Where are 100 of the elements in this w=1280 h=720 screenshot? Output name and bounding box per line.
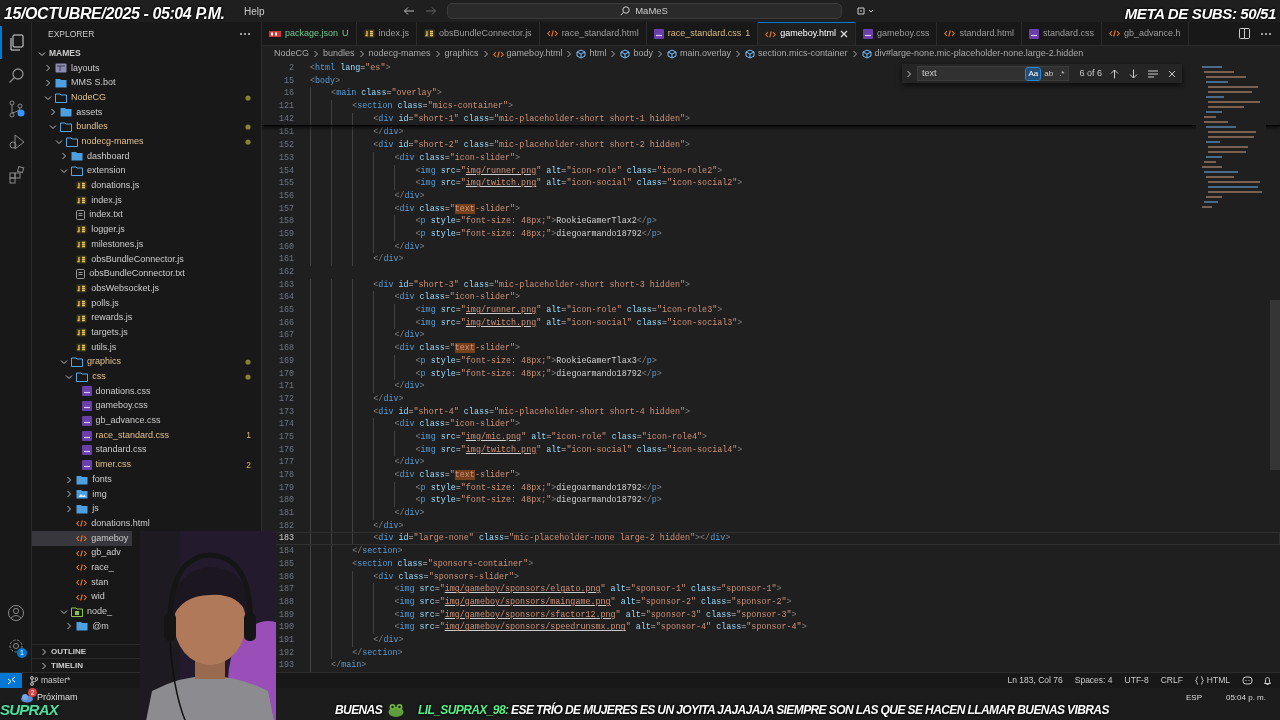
- menu-item[interactable]: Help: [240, 3, 269, 19]
- chevron-right-icon[interactable]: [44, 79, 52, 88]
- chevron-right-icon[interactable]: [905, 69, 913, 78]
- arrow-down-icon[interactable]: [1129, 68, 1138, 79]
- tree-item[interactable]: gameboy.css: [32, 398, 152, 414]
- status-item[interactable]: Ln 183, Col 76: [1007, 674, 1063, 687]
- arrow-up-icon[interactable]: [1110, 68, 1119, 79]
- tree-item[interactable]: wid: [32, 589, 109, 605]
- tree-item[interactable]: targets.js: [32, 325, 132, 341]
- search-icon[interactable]: [7, 66, 26, 85]
- find-in-selection-icon[interactable]: [1148, 69, 1158, 78]
- find-option-toggle[interactable]: ab: [1042, 67, 1056, 80]
- files-icon[interactable]: [7, 33, 26, 52]
- extensions-icon[interactable]: [7, 165, 26, 184]
- tree-item[interactable]: race_: [32, 560, 118, 576]
- source-control-icon[interactable]: [7, 99, 26, 118]
- chevron-right-icon[interactable]: [65, 490, 74, 499]
- chevron-right-icon[interactable]: [850, 50, 859, 58]
- settings-icon[interactable]: [6, 636, 25, 655]
- chevron-right-icon[interactable]: [481, 50, 490, 58]
- chevron-right-icon[interactable]: [59, 152, 68, 161]
- tree-item[interactable]: obsWebsocket.js: [32, 281, 164, 296]
- tree-item[interactable]: layouts: [32, 61, 104, 76]
- tree-item[interactable]: bundles: [32, 119, 112, 135]
- tree-item[interactable]: nodecg-mames: [32, 134, 148, 150]
- chevron-down-icon[interactable]: [59, 607, 68, 616]
- chevron-right-icon[interactable]: [65, 504, 74, 513]
- chevron-right-icon[interactable]: [49, 108, 58, 117]
- tree-item[interactable]: assets: [32, 105, 107, 120]
- tree-item[interactable]: index.txt: [32, 207, 127, 223]
- tree-item[interactable]: donations.html: [32, 516, 154, 531]
- chevron-down-icon[interactable]: [44, 93, 52, 102]
- chevron-right-icon[interactable]: [734, 50, 743, 58]
- chevron-right-icon[interactable]: [65, 475, 74, 484]
- status-item[interactable]: Spaces: 4: [1074, 674, 1113, 687]
- more-icon[interactable]: [1260, 31, 1272, 36]
- tree-item[interactable]: extension: [32, 163, 130, 179]
- tree-item[interactable]: MMS S.bot: [32, 75, 120, 91]
- tree-item[interactable]: gameboy: [32, 531, 133, 546]
- chevron-down-icon[interactable]: [49, 123, 58, 132]
- bell-icon[interactable]: [1263, 675, 1272, 686]
- breadcrumb-item[interactable]: html: [576, 47, 607, 61]
- tree-item[interactable]: img: [32, 486, 111, 502]
- breadcrumb-item[interactable]: div#large-none.mic-placeholder-none.large-2.hidden: [861, 47, 1084, 61]
- find-option-toggle[interactable]: Aa: [1026, 67, 1041, 80]
- panel-header[interactable]: OUTLINE: [32, 645, 91, 658]
- chevron-right-icon[interactable]: [565, 50, 574, 58]
- breadcrumb-item[interactable]: graphics: [444, 47, 479, 61]
- tree-item[interactable]: utils.js: [32, 340, 121, 355]
- command-center-search[interactable]: MaMeS: [446, 3, 842, 19]
- tree-item[interactable]: logger.js: [32, 222, 129, 238]
- tree-item[interactable]: gb_adv: [32, 545, 125, 561]
- breadcrumb-item[interactable]: main.overlay: [667, 47, 732, 61]
- back-arrow-icon[interactable]: [402, 6, 415, 16]
- breadcrumb-item[interactable]: NodeCG: [274, 47, 309, 61]
- close-icon[interactable]: [840, 30, 849, 38]
- close-icon[interactable]: [1168, 69, 1176, 78]
- chevron-down-icon[interactable]: [38, 49, 46, 58]
- branch-status[interactable]: master*: [30, 674, 71, 687]
- breadcrumb-item[interactable]: bundles: [323, 47, 355, 61]
- tree-item[interactable]: obsBundleConnector.txt: [32, 266, 189, 282]
- breadcrumb-item[interactable]: nodecg-mames: [368, 47, 431, 61]
- tree-item[interactable]: race_standard.css: [32, 428, 174, 443]
- chevron-down-icon[interactable]: [59, 167, 68, 176]
- tree-item[interactable]: js: [32, 501, 103, 517]
- tree-item[interactable]: rewards.js: [32, 310, 137, 326]
- tree-item[interactable]: timer.css: [32, 457, 135, 473]
- more-icon[interactable]: [239, 32, 251, 36]
- tree-item[interactable]: donations.css: [32, 384, 155, 399]
- explorer-root[interactable]: MAMES: [32, 46, 261, 61]
- chevron-right-icon[interactable]: [40, 647, 48, 656]
- chevron-right-icon[interactable]: [656, 50, 664, 58]
- tree-item[interactable]: obsBundleConnector.js: [32, 251, 188, 267]
- tree-item[interactable]: gb_advance.css: [32, 413, 165, 429]
- panel-header[interactable]: TIMELIN: [32, 659, 87, 672]
- tree-item[interactable]: graphics: [32, 354, 125, 370]
- breadcrumb-item[interactable]: gameboy.html: [492, 47, 563, 61]
- input-language[interactable]: ESP: [1185, 692, 1202, 704]
- tree-item[interactable]: dashboard: [32, 149, 134, 164]
- breadcrumb-item[interactable]: body: [620, 47, 653, 61]
- tree-item[interactable]: index.js: [32, 193, 126, 208]
- split-editor-icon[interactable]: [1239, 28, 1250, 39]
- remote-button[interactable]: [0, 673, 22, 688]
- chevron-right-icon[interactable]: [312, 50, 320, 58]
- status-item[interactable]: CRLF: [1160, 674, 1183, 687]
- tree-item[interactable]: NodeCG: [32, 90, 110, 106]
- tree-item[interactable]: standard.css: [32, 442, 151, 458]
- language-mode[interactable]: HTML: [1194, 674, 1230, 687]
- clock[interactable]: 05:04 p. m.: [1225, 692, 1266, 704]
- tree-item[interactable]: donations.js: [32, 178, 144, 194]
- find-option-toggle[interactable]: .*: [1057, 67, 1067, 80]
- breadcrumb-item[interactable]: section.mics-container: [745, 47, 848, 61]
- status-item[interactable]: UTF-8: [1124, 674, 1149, 687]
- chevron-down-icon[interactable]: [65, 372, 74, 381]
- run-debug-icon[interactable]: [7, 132, 26, 151]
- find-input[interactable]: text Aa ab .*: [917, 66, 1070, 81]
- tree-item[interactable]: stan: [32, 575, 113, 590]
- chevron-down-icon[interactable]: [54, 137, 63, 146]
- chevron-right-icon[interactable]: [433, 50, 442, 58]
- editor-tab[interactable]: gameboy.html: [758, 22, 857, 45]
